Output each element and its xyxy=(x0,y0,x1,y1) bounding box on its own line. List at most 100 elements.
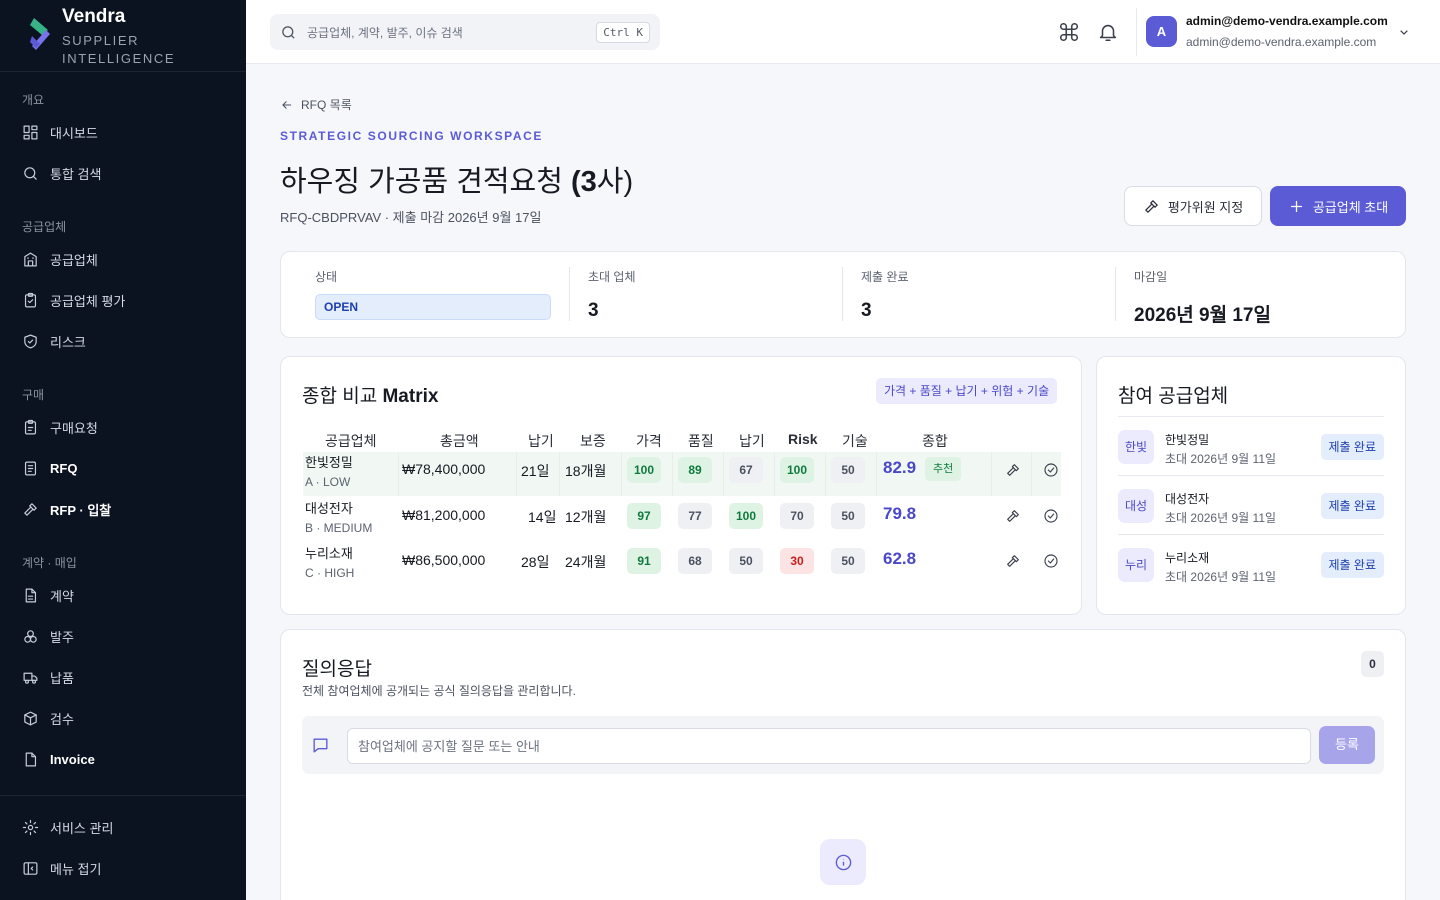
score-risk: 70 xyxy=(780,503,814,529)
column-divider xyxy=(825,452,826,496)
gavel-icon[interactable] xyxy=(1005,462,1021,478)
brand[interactable]: Vendra SUPPLIER INTELLIGENCE xyxy=(0,0,246,72)
supplier-name: 한빛정밀 xyxy=(1165,433,1210,447)
list-item[interactable]: 대성 대성전자 초대 2026년 9월 11일 제출 완료 xyxy=(1118,475,1384,534)
sidebar-item-label: 공급업체 xyxy=(50,253,98,268)
assign-evaluator-button[interactable]: 평가위원 지정 xyxy=(1124,186,1262,226)
sidebar-item-risk[interactable]: 리스크 xyxy=(0,321,246,362)
grid-icon xyxy=(23,125,38,140)
stat-value: 3 xyxy=(861,300,872,321)
sidebar-item-label: 계약 xyxy=(50,589,74,604)
leadtime: 14일 xyxy=(528,509,557,525)
col-header-supplier: 공급업체 xyxy=(325,433,377,449)
score-overall: 62.8 xyxy=(883,549,917,568)
avatar[interactable]: A xyxy=(1146,16,1177,47)
sidebar-item-suppliers[interactable]: 공급업체 xyxy=(0,239,246,280)
invited-date: 초대 2026년 9월 11일 xyxy=(1165,511,1277,525)
score-tech: 50 xyxy=(831,548,865,574)
back-link-label: RFQ 목록 xyxy=(301,98,352,112)
nav-group-title: 계약 · 매입 xyxy=(22,556,77,570)
assign-evaluator-label: 평가위원 지정 xyxy=(1167,199,1244,215)
score-risk: 30 xyxy=(780,548,814,574)
stat-value: 2026년 9월 17일 xyxy=(1134,305,1271,326)
col-header-quality: 품질 xyxy=(688,433,714,449)
page-title: 하우징 가공품 견적요청 (3사) xyxy=(280,158,633,200)
chevron-down-icon[interactable] xyxy=(1396,24,1412,40)
supplier-name: 대성전자 xyxy=(1165,492,1210,506)
column-divider xyxy=(723,452,724,496)
sidebar-item-contracts[interactable]: 계약 xyxy=(0,575,246,616)
status-badge: OPEN xyxy=(315,294,551,320)
leadtime: 28일 xyxy=(521,554,550,570)
gavel-icon[interactable] xyxy=(1005,553,1021,569)
col-header-leadtime: 납기 xyxy=(528,433,554,449)
sidebar-item-purchase-request[interactable]: 구매요청 xyxy=(0,407,246,448)
arrow-left-icon xyxy=(282,100,292,109)
search-input[interactable]: 공급업체, 계약, 발주, 이슈 검색 xyxy=(307,24,596,41)
page-meta: RFQ-CBDPRVAV · 제출 마감 2026년 9월 17일 xyxy=(280,210,542,225)
qa-submit-button[interactable]: 등록 xyxy=(1319,726,1375,764)
check-circle-icon[interactable] xyxy=(1043,462,1059,478)
sidebar-item-label: 서비스 관리 xyxy=(50,821,114,836)
score-risk: 100 xyxy=(780,457,814,483)
table-row[interactable]: 한빛정밀 A · LOW ₩78,400,000 21일 18개월 100 89… xyxy=(303,452,1061,496)
qa-title: 질의응답 xyxy=(302,659,372,680)
invite-supplier-button[interactable]: 공급업체 초대 xyxy=(1270,186,1406,226)
sidebar-item-supplier-evaluation[interactable]: 공급업체 평가 xyxy=(0,280,246,321)
table-row[interactable]: 누리소재 C · HIGH ₩86,500,000 28일 24개월 91 68… xyxy=(303,543,1061,587)
gavel-icon[interactable] xyxy=(1005,508,1021,524)
sidebar-item-service-admin[interactable]: 서비스 관리 xyxy=(0,807,246,848)
sidebar-item-dashboard[interactable]: 대시보드 xyxy=(0,112,246,153)
leadtime: 21일 xyxy=(521,463,550,479)
matrix-title-b: Matrix xyxy=(382,386,439,407)
message-icon xyxy=(313,738,328,753)
bell-icon[interactable] xyxy=(1097,21,1119,43)
qa-subtitle: 전체 참여업체에 공개되는 공식 질의응답을 관리합니다. xyxy=(302,684,576,698)
sidebar-item-inspection[interactable]: 검수 xyxy=(0,698,246,739)
list-item[interactable]: 한빛 한빛정밀 초대 2026년 9월 11일 제출 완료 xyxy=(1118,416,1384,475)
back-link[interactable]: RFQ 목록 xyxy=(280,96,352,113)
sidebar-item-invoice[interactable]: Invoice xyxy=(0,739,246,780)
stat-label: 초대 업체 xyxy=(588,270,636,284)
summary-stats-card: 상태 OPEN 초대 업체 3 제출 완료 3 마감일 2026년 9월 17일 xyxy=(280,251,1406,338)
sidebar-item-rfp[interactable]: RFP · 입찰 xyxy=(0,489,246,530)
qa-compose: 등록 xyxy=(302,716,1384,774)
qa-count-badge: 0 xyxy=(1361,651,1384,677)
check-circle-icon[interactable] xyxy=(1043,508,1059,524)
sidebar-item-label: RFQ xyxy=(50,461,78,476)
vendra-logo-icon xyxy=(28,16,54,52)
warranty: 12개월 xyxy=(565,509,607,525)
boxes-icon xyxy=(24,630,37,643)
user-email: admin@demo-vendra.example.com xyxy=(1186,35,1377,49)
list-item[interactable]: 누리 누리소재 초대 2026년 9월 11일 제출 완료 xyxy=(1118,534,1384,593)
stat-value: 3 xyxy=(588,300,599,321)
sidebar-item-search[interactable]: 통합 검색 xyxy=(0,153,246,194)
qa-input[interactable] xyxy=(347,728,1311,764)
supplier-avatar: 대성 xyxy=(1118,489,1154,523)
total-amount: ₩86,500,000 xyxy=(402,552,486,568)
user-name[interactable]: admin@demo-vendra.example.com xyxy=(1186,14,1388,28)
score-quality: 77 xyxy=(678,503,712,529)
command-icon[interactable] xyxy=(1058,21,1080,43)
check-circle-icon[interactable] xyxy=(1043,553,1059,569)
col-header-delivery: 납기 xyxy=(739,433,765,449)
table-row[interactable]: 대성전자 B · MEDIUM ₩81,200,000 14일 12개월 97 … xyxy=(303,498,1061,542)
sidebar-item-label: 통합 검색 xyxy=(50,167,102,182)
search-icon xyxy=(24,167,37,180)
score-quality: 68 xyxy=(678,548,712,574)
building-icon xyxy=(24,252,37,267)
supplier-avatar: 누리 xyxy=(1118,548,1154,582)
global-search[interactable]: 공급업체, 계약, 발주, 이슈 검색 Ctrl K xyxy=(270,14,660,50)
score-overall: 82.9 xyxy=(883,458,917,477)
supplier-grade: A · LOW xyxy=(305,475,351,489)
brand-tagline-2: INTELLIGENCE xyxy=(62,51,176,66)
document-icon xyxy=(25,588,37,603)
nav-group-title: 구매 xyxy=(22,388,45,402)
sidebar-item-rfq[interactable]: RFQ xyxy=(0,448,246,489)
score-price: 100 xyxy=(627,457,661,483)
warranty: 24개월 xyxy=(565,554,607,570)
sidebar-item-collapse-menu[interactable]: 메뉴 접기 xyxy=(0,848,246,889)
sidebar-item-delivery[interactable]: 납품 xyxy=(0,657,246,698)
sidebar-item-orders[interactable]: 발주 xyxy=(0,616,246,657)
score-quality: 89 xyxy=(678,457,712,483)
